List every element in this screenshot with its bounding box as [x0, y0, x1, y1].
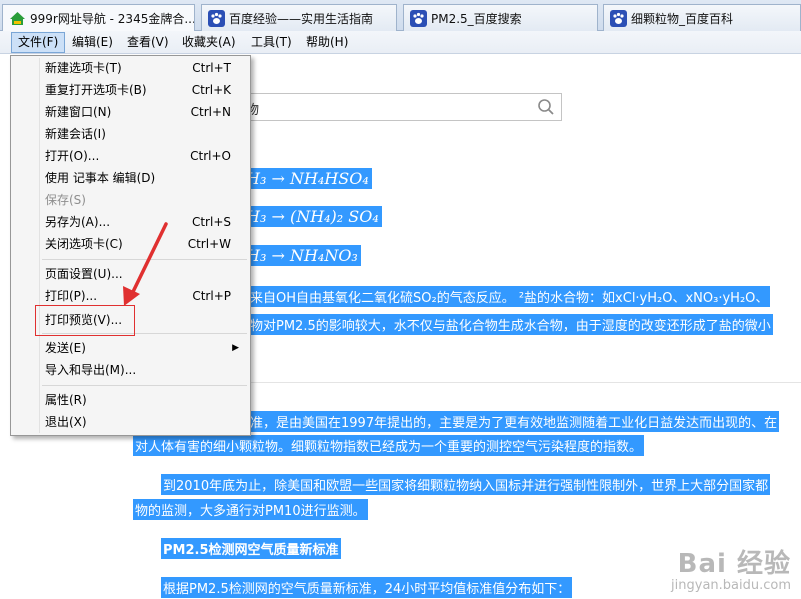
- baidu-paw-icon: [610, 9, 627, 27]
- menu-item-label: 保存(S): [45, 193, 86, 207]
- menu-item-shortcut: Ctrl+P: [192, 289, 231, 303]
- menu-favorites[interactable]: 收藏夹(A): [176, 32, 242, 53]
- reaction-formula: H₃ → (NH₄)₂ SO₄: [243, 206, 382, 227]
- menu-item-label: 页面设置(U)...: [45, 267, 123, 281]
- menu-item-label: 重复打开选项卡(B): [45, 83, 147, 97]
- baidu-jingyan-watermark: Bai 经验 jingyan.baidu.com: [671, 543, 791, 593]
- menu-tools[interactable]: 工具(T): [245, 32, 298, 53]
- menu-item-label: 关闭选项卡(C): [45, 237, 123, 251]
- menu-item-properties[interactable]: 属性(R): [14, 389, 247, 411]
- menu-item-shortcut: Ctrl+K: [191, 83, 231, 97]
- tab-label: PM2.5_百度搜索: [431, 11, 522, 26]
- menu-item-save: 保存(S): [14, 189, 247, 211]
- menu-item-shortcut: Ctrl+T: [192, 61, 231, 75]
- menu-item-import-export[interactable]: 导入和导出(M)...: [14, 359, 247, 381]
- site-2345-icon: [9, 10, 26, 27]
- watermark-url: jingyan.baidu.com: [671, 578, 791, 593]
- menu-item-reopen-tab[interactable]: 重复打开选项卡(B) Ctrl+K: [14, 79, 247, 101]
- menu-item-label: 退出(X): [45, 415, 87, 429]
- tab-label: 999r网址导航 - 2345金牌合...: [30, 11, 194, 26]
- tab-2345-navigation[interactable]: 999r网址导航 - 2345金牌合...: [2, 4, 195, 31]
- menu-item-label: 新建会话(I): [45, 127, 106, 141]
- menu-item-new-session[interactable]: 新建会话(I): [14, 123, 247, 145]
- paragraph-line: 对人体有害的细小颗粒物。细颗粒物指数已经成为一个重要的测控空气污染程度的指数。: [133, 435, 645, 456]
- menu-item-label: 新建选项卡(T): [45, 61, 122, 75]
- menu-item-open[interactable]: 打开(O)... Ctrl+O: [14, 145, 247, 167]
- menu-item-send[interactable]: 发送(E) ▶: [14, 337, 247, 359]
- menu-item-shortcut: Ctrl+W: [187, 237, 231, 251]
- reaction-formula: H₃ → NH₄HSO₄: [243, 168, 372, 189]
- menu-item-new-window[interactable]: 新建窗口(N) Ctrl+N: [14, 101, 247, 123]
- tab-baidu-jingyan[interactable]: 百度经验——实用生活指南: [201, 4, 397, 31]
- search-input[interactable]: 物: [215, 93, 562, 121]
- menu-view[interactable]: 查看(V): [121, 32, 175, 53]
- paragraph-line: 来自OH自由基氧化二氧化硫SO₂的气态反应。 ²盐的水合物：如xCl·yH₂O、…: [248, 286, 771, 307]
- tab-pm25-search[interactable]: PM2.5_百度搜索: [403, 4, 598, 31]
- menu-item-label: 属性(R): [45, 393, 87, 407]
- menu-edit[interactable]: 编辑(E): [66, 32, 119, 53]
- menu-item-shortcut: Ctrl+O: [190, 149, 231, 163]
- menu-file[interactable]: 文件(F): [11, 32, 66, 53]
- tab-bar: 999r网址导航 - 2345金牌合... 百度经验——实用生活指南 PM2.5…: [0, 0, 801, 31]
- annotation-arrow-icon: [123, 222, 168, 306]
- paragraph-line: 准，是由美国在1997年提出的，主要是为了更有效地监测随着工业化日益发达而出现的…: [248, 411, 780, 432]
- menu-item-label: 导入和导出(M)...: [45, 363, 137, 377]
- menu-item-label: 打开(O)...: [45, 149, 100, 163]
- watermark-brand: Bai 经验: [677, 549, 791, 579]
- submenu-arrow-icon: ▶: [232, 343, 239, 353]
- search-icon[interactable]: [537, 98, 555, 119]
- menu-separator: [42, 385, 247, 386]
- tab-baike-particulates[interactable]: 细颗粒物_百度百科: [603, 4, 801, 31]
- menu-item-label: 使用 记事本 编辑(D): [45, 171, 156, 185]
- menu-item-edit-with-notepad[interactable]: 使用 记事本 编辑(D): [14, 167, 247, 189]
- tab-label: 细颗粒物_百度百科: [631, 11, 734, 26]
- baidu-paw-icon: [410, 9, 427, 27]
- menu-help[interactable]: 帮助(H): [300, 32, 354, 53]
- menu-item-label: 发送(E): [45, 341, 86, 355]
- menu-item-label: 打印(P)...: [45, 289, 98, 303]
- menu-item-label: 新建窗口(N): [45, 105, 112, 119]
- menu-bar: 文件(F) 编辑(E) 查看(V) 收藏夹(A) 工具(T) 帮助(H): [0, 31, 801, 54]
- menu-item-new-tab[interactable]: 新建选项卡(T) Ctrl+T: [14, 57, 247, 79]
- reaction-formula: H₃ → NH₄NO₃: [243, 245, 361, 266]
- tab-label: 百度经验——实用生活指南: [229, 11, 374, 26]
- section-heading: PM2.5检测网空气质量新标准: [161, 538, 341, 559]
- menu-item-shortcut: Ctrl+N: [190, 105, 231, 119]
- paragraph-line: 物的监测，大多通行对PM10进行监测。: [133, 499, 368, 520]
- paragraph-line: 物对PM2.5的影响较大，水不仅与盐化合物生成水合物，由于湿度的改变还形成了盐的…: [248, 314, 773, 335]
- menu-item-shortcut: Ctrl+S: [191, 215, 231, 229]
- menu-item-exit[interactable]: 退出(X): [14, 411, 247, 433]
- paragraph-line: 到2010年底为止，除美国和欧盟一些国家将细颗粒物纳入国标并进行强制性限制外，世…: [161, 474, 771, 495]
- menu-item-label: 另存为(A)...: [45, 215, 111, 229]
- paragraph-line: 根据PM2.5检测网的空气质量新标准，24小时平均值标准值分布如下：: [161, 577, 573, 598]
- baidu-paw-icon: [208, 9, 225, 27]
